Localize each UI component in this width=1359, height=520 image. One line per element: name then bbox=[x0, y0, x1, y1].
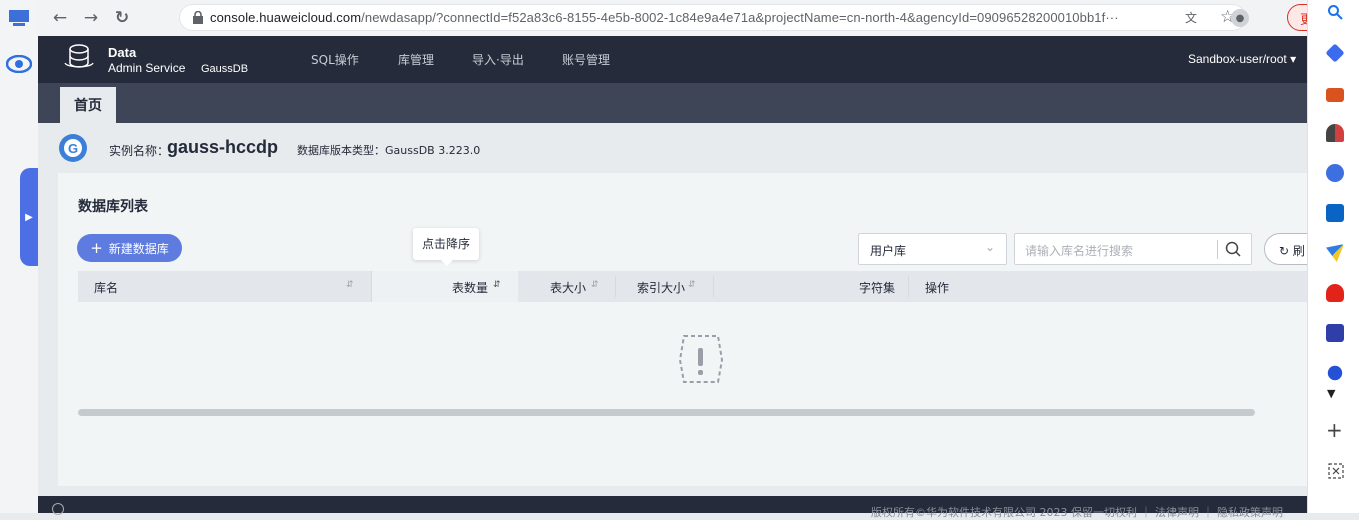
globe-icon[interactable] bbox=[52, 503, 64, 515]
expand-icon: ▶ bbox=[25, 211, 33, 223]
briefcase-icon[interactable] bbox=[1326, 88, 1344, 102]
chevron-down-icon: ⌄ bbox=[985, 240, 996, 254]
col-table-size[interactable]: 表大小 bbox=[550, 279, 586, 296]
plus-icon: + bbox=[90, 239, 103, 257]
url-host: console.huaweicloud.com bbox=[210, 10, 362, 25]
left-tool-strip: ▶ bbox=[0, 0, 38, 513]
sort-icon[interactable]: ⇵ bbox=[346, 280, 354, 290]
svg-text:G: G bbox=[68, 141, 78, 156]
side-panel-toggle[interactable]: ▶ bbox=[20, 168, 38, 266]
extension-sidebar: ▼ + bbox=[1307, 0, 1359, 513]
menu-import-export[interactable]: 导入·导出 bbox=[472, 51, 524, 68]
tag-extension-icon[interactable] bbox=[1325, 43, 1345, 63]
search-divider bbox=[1217, 240, 1218, 259]
table-header: 库名 ⇵ 表数量 ⇵ 表大小 ⇵ 索引大小 ⇵ 字符集 操作 bbox=[78, 271, 1307, 302]
column-divider bbox=[371, 271, 372, 302]
column-divider bbox=[615, 276, 616, 297]
outlook-icon[interactable] bbox=[1326, 204, 1344, 222]
col-actions: 操作 bbox=[925, 281, 950, 295]
refresh-icon: ↻ bbox=[1279, 244, 1290, 258]
empty-warning-icon bbox=[678, 335, 724, 383]
app-header: Data Admin Service GaussDB SQL操作 库管理 导入·… bbox=[38, 36, 1307, 83]
add-icon[interactable]: + bbox=[1326, 418, 1343, 442]
copilot-icon[interactable] bbox=[1326, 164, 1344, 182]
tab-home[interactable]: 首页 bbox=[60, 87, 116, 123]
translate-icon[interactable]: 文 bbox=[1185, 9, 1203, 27]
brand-product: GaussDB bbox=[201, 63, 249, 75]
horizontal-scrollbar[interactable] bbox=[78, 409, 1255, 416]
lock-icon bbox=[193, 11, 203, 24]
instance-label: 实例名称： bbox=[109, 144, 170, 158]
version-label: 数据库版本类型：GaussDB 3.223.0 bbox=[297, 144, 481, 157]
photo-app-icon[interactable] bbox=[1326, 324, 1344, 342]
search-field[interactable]: 请输入库名进行搜索 bbox=[1014, 233, 1252, 265]
new-database-label: 新建数据库 bbox=[108, 241, 169, 256]
sort-icon[interactable]: ⇵ bbox=[493, 280, 501, 290]
eye-icon[interactable] bbox=[6, 55, 32, 73]
monitor-icon[interactable] bbox=[8, 10, 30, 26]
instance-name: gauss-hccdp bbox=[167, 137, 279, 157]
back-arrow-icon[interactable]: ← bbox=[48, 6, 72, 30]
huawei-icon[interactable] bbox=[1326, 284, 1344, 302]
column-divider bbox=[713, 276, 714, 297]
reload-icon[interactable]: ↻ bbox=[110, 6, 134, 30]
database-list-card: 数据库列表 + 新建数据库 点击降序 用户库 ⌄ 请输入库名进行搜索 ↻ 刷 库名… bbox=[58, 173, 1324, 486]
card-title: 数据库列表 bbox=[78, 199, 148, 215]
address-bar[interactable]: console.huaweicloud.com/newdasapp/?conne… bbox=[179, 4, 1246, 31]
col-charset: 字符集 bbox=[859, 281, 896, 295]
column-divider bbox=[908, 276, 909, 297]
user-menu[interactable]: Sandbox-user/root ▾ bbox=[1188, 52, 1296, 66]
caret-down-icon: ▾ bbox=[1290, 52, 1297, 66]
brand-subtitle: Admin Service bbox=[108, 61, 186, 75]
sort-icon[interactable]: ⇵ bbox=[591, 280, 599, 290]
col-db-name[interactable]: 库名 bbox=[94, 279, 118, 296]
url-path: /newdasapp/?connectId=f52a83c6-8155-4e5b… bbox=[361, 10, 1119, 25]
search-icon[interactable] bbox=[1327, 4, 1343, 20]
scroll-down-icon[interactable]: ▼ bbox=[1327, 387, 1335, 400]
sort-tooltip: 点击降序 bbox=[413, 228, 479, 266]
send-icon[interactable] bbox=[1326, 244, 1344, 262]
menu-account[interactable]: 账号管理 bbox=[562, 51, 610, 68]
chess-icon[interactable] bbox=[1326, 124, 1344, 142]
profile-avatar-icon[interactable]: ● bbox=[1231, 9, 1249, 27]
col-table-count[interactable]: 表数量 bbox=[452, 279, 488, 296]
baidu-icon[interactable] bbox=[1327, 365, 1343, 381]
browser-toolbar: ← → ↻ console.huaweicloud.com/newdasapp/… bbox=[38, 0, 1345, 36]
screenshot-icon[interactable] bbox=[1328, 463, 1344, 479]
forward-arrow-icon[interactable]: → bbox=[79, 6, 103, 30]
menu-db-manage[interactable]: 库管理 bbox=[398, 51, 434, 68]
db-type-select[interactable]: 用户库 ⌄ bbox=[858, 233, 1007, 265]
search-icon[interactable] bbox=[1224, 240, 1242, 258]
database-logo-icon bbox=[64, 44, 94, 68]
brand-title: Data bbox=[108, 45, 137, 60]
col-index-size[interactable]: 索引大小 bbox=[637, 279, 685, 296]
sort-icon[interactable]: ⇵ bbox=[688, 280, 696, 290]
gaussdb-logo-icon: G bbox=[59, 134, 87, 162]
menu-sql[interactable]: SQL操作 bbox=[311, 51, 359, 68]
select-value: 用户库 bbox=[870, 244, 907, 258]
copyright-text: 版权所有©华为软件技术有限公司 2023 保留一切权利 ｜ 法律声明 ｜ 隐私政… bbox=[871, 506, 1283, 519]
search-placeholder: 请输入库名进行搜索 bbox=[1025, 244, 1134, 258]
url-text: console.huaweicloud.com/newdasapp/?conne… bbox=[210, 10, 1119, 25]
new-database-button[interactable]: + 新建数据库 bbox=[77, 234, 182, 262]
tab-bar: 首页 bbox=[38, 83, 1307, 123]
footer: 版权所有©华为软件技术有限公司 2023 保留一切权利 ｜ 法律声明 ｜ 隐私政… bbox=[38, 496, 1307, 519]
refresh-label: 刷 bbox=[1292, 244, 1305, 258]
user-name: Sandbox-user/root bbox=[1188, 52, 1287, 66]
